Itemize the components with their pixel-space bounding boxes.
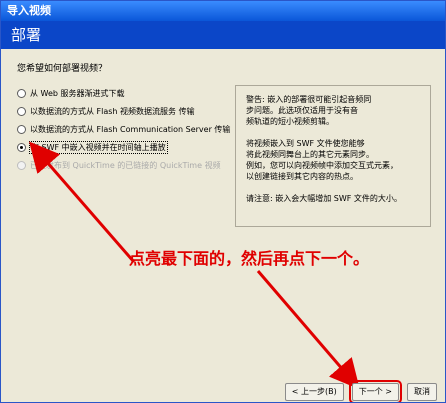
option-flash-video-stream-label: 以数据流的方式从 Flash 视频数据流服务 传输 [30, 106, 195, 116]
option-flash-communication-server-label: 以数据流的方式从 Flash Communication Server 传输 [30, 124, 231, 134]
cancel-button[interactable]: 取消 [407, 383, 437, 401]
option-quicktime-label: 已经发布到 QuickTime 的已链接的 QuickTime 视频 [30, 160, 221, 170]
option-embed-swf[interactable]: 在 SWF 中嵌入视频并在时间轴上播放 [17, 139, 227, 155]
deployment-question: 您希望如何部署视频？ [17, 64, 108, 74]
arrow-to-next-button [256, 270, 360, 390]
page-header: 部署 [1, 21, 445, 49]
deployment-options: 从 Web 服务器渐进式下载 以数据流的方式从 Flash 视频数据流服务 传输… [17, 85, 231, 175]
radio-flash-video-stream[interactable] [17, 106, 26, 116]
option-embed-swf-label: 在 SWF 中嵌入视频并在时间轴上播放 [29, 140, 168, 154]
radio-web-server[interactable] [17, 88, 26, 98]
option-web-server[interactable]: 从 Web 服务器渐进式下载 [17, 85, 227, 101]
instruction-annotation: 点亮最下面的，然后再点下一个。 [129, 249, 370, 268]
radio-quicktime [17, 160, 26, 170]
window-titlebar: 导入视频 [1, 1, 445, 21]
next-button[interactable]: 下一个 > [348, 380, 403, 402]
radio-embed-swf[interactable] [17, 142, 26, 152]
option-web-server-label: 从 Web 服务器渐进式下载 [30, 88, 125, 98]
option-description: 警告: 嵌入的部署很可能引起音频同 步问题。此选项仅适用于没有音 频轨道的短小视… [235, 85, 431, 227]
option-quicktime: 已经发布到 QuickTime 的已链接的 QuickTime 视频 [17, 157, 227, 173]
wizard-buttons: < 上一步(B) 下一个 > 取消 [284, 380, 437, 402]
radio-flash-communication-server[interactable] [17, 124, 26, 134]
option-flash-communication-server[interactable]: 以数据流的方式从 Flash Communication Server 传输 [17, 121, 231, 137]
import-video-window: 导入视频 部署 您希望如何部署视频？ 从 Web 服务器渐进式下载 以数据流的方… [0, 0, 446, 403]
back-button[interactable]: < 上一步(B) [284, 383, 344, 401]
option-flash-video-stream[interactable]: 以数据流的方式从 Flash 视频数据流服务 传输 [17, 103, 227, 119]
